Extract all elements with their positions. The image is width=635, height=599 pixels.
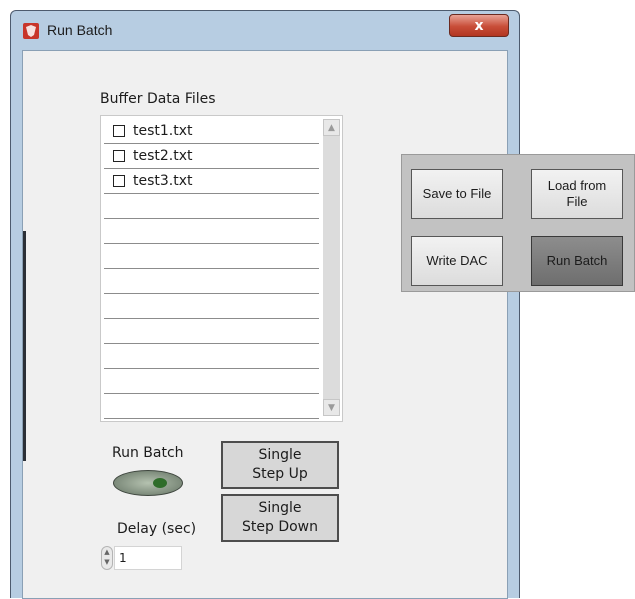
close-button[interactable]: x	[449, 14, 509, 37]
list-scrollbar[interactable]: ▲ ▼	[323, 119, 340, 416]
window-client-area: Buffer Data Files test1.txt test2.txt test…	[22, 50, 508, 599]
app-icon	[23, 23, 39, 39]
list-item[interactable]	[104, 369, 319, 394]
list-item[interactable]	[104, 194, 319, 219]
checkbox[interactable]	[113, 175, 125, 187]
run-batch-window: Run Batch x Buffer Data Files test1.txt t…	[10, 10, 520, 599]
list-item[interactable]: test3.txt	[104, 169, 319, 194]
buffer-data-files-list[interactable]: test1.txt test2.txt test3.txt ▲ ▼	[100, 115, 343, 422]
list-item[interactable]	[104, 294, 319, 319]
scroll-up-icon[interactable]: ▲	[323, 119, 340, 136]
list-item[interactable]: test1.txt	[104, 119, 319, 144]
run-batch-label: Run Batch	[112, 445, 184, 461]
list-item[interactable]	[104, 269, 319, 294]
list-item[interactable]	[104, 394, 319, 419]
delay-input[interactable]: 1	[114, 546, 182, 570]
scroll-down-icon[interactable]: ▼	[323, 399, 340, 416]
side-divider	[23, 231, 26, 461]
title-bar[interactable]: Run Batch x	[11, 11, 519, 49]
delay-label: Delay (sec)	[117, 521, 197, 537]
run-batch-toggle[interactable]	[113, 470, 183, 496]
close-icon: x	[474, 17, 484, 34]
write-dac-button[interactable]: Write DAC	[411, 236, 503, 286]
single-step-up-button[interactable]: Single Step Up	[221, 441, 339, 489]
list-item[interactable]	[104, 319, 319, 344]
action-button-panel: Save to File Load from File Write DAC Ru…	[401, 154, 635, 292]
load-from-file-button[interactable]: Load from File	[531, 169, 623, 219]
buffer-data-files-label: Buffer Data Files	[100, 91, 216, 107]
delay-spinner-icon[interactable]: ▲ ▼	[101, 546, 113, 570]
checkbox[interactable]	[113, 125, 125, 137]
file-name: test3.txt	[133, 173, 193, 189]
save-to-file-button[interactable]: Save to File	[411, 169, 503, 219]
single-step-down-button[interactable]: Single Step Down	[221, 494, 339, 542]
run-batch-button[interactable]: Run Batch	[531, 236, 623, 286]
file-name: test2.txt	[133, 148, 193, 164]
led-indicator	[153, 478, 167, 488]
list-item[interactable]: test2.txt	[104, 144, 319, 169]
list-item[interactable]	[104, 219, 319, 244]
list-item[interactable]	[104, 344, 319, 369]
checkbox[interactable]	[113, 150, 125, 162]
file-name: test1.txt	[133, 123, 193, 139]
list-item[interactable]	[104, 244, 319, 269]
window-title: Run Batch	[47, 22, 113, 38]
file-rows: test1.txt test2.txt test3.txt	[104, 119, 319, 419]
